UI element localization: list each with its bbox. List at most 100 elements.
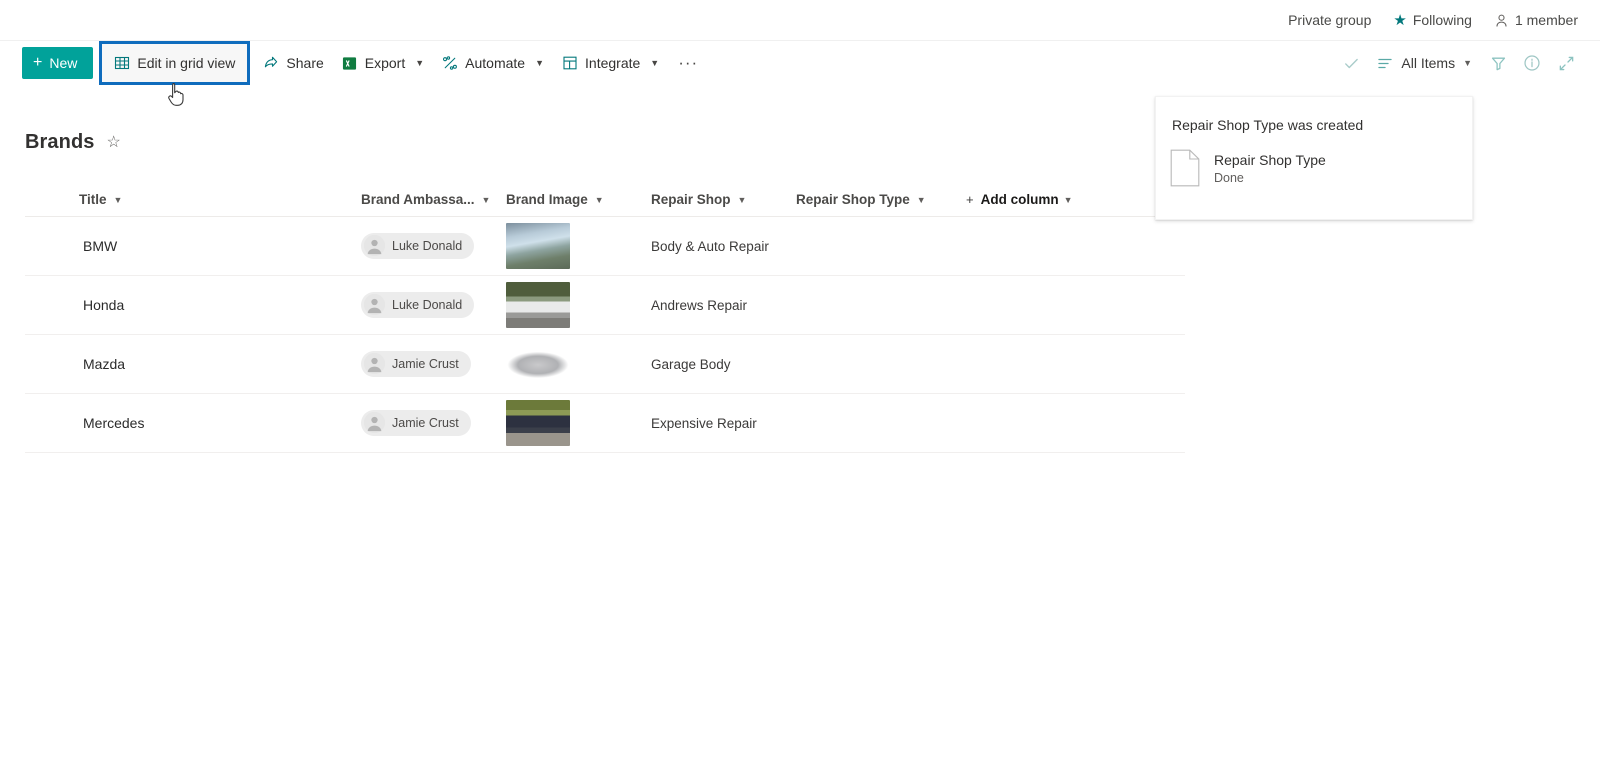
site-header-meta: Private group ★ Following 1 member [1288,12,1578,28]
chevron-down-icon: ▼ [650,58,660,68]
notification-flyout: Repair Shop Type was created Repair Shop… [1155,96,1473,220]
cell-brand-image[interactable] [506,400,651,446]
share-button[interactable]: Share [254,43,332,83]
automate-flow-icon [442,55,458,71]
person-avatar-icon [364,294,385,316]
grid-table-icon [114,55,130,71]
chevron-down-icon: ▼ [1463,58,1472,68]
notification-item[interactable]: Repair Shop Type Done [1170,149,1454,187]
new-sparkle-icon [79,297,84,300]
command-bar: + New Edit in grid view Share Export ▼ A… [0,41,1600,85]
automate-button[interactable]: Automate ▼ [433,43,553,83]
table-row[interactable]: BMW Luke Donald Body & Auto Repair [25,217,1185,276]
column-header-label: Brand Image [506,192,588,207]
cell-title[interactable]: Mercedes [79,415,361,431]
person-name: Jamie Crust [392,356,459,371]
cell-brand-ambassador: Jamie Crust [361,350,506,378]
column-header-label: Repair Shop Type [796,192,910,207]
view-selector-button[interactable]: All Items ▼ [1369,47,1480,79]
column-header-brand-image[interactable]: Brand Image ▼ [506,192,651,207]
new-sparkle-icon [79,238,84,241]
person-name: Luke Donald [392,297,463,312]
brand-image-thumbnail [506,223,570,269]
table-header-row: Title ▼ Brand Ambassa... ▼ Brand Image ▼… [25,183,1185,217]
automate-label: Automate [465,55,526,71]
integrate-icon [562,55,578,71]
column-header-title[interactable]: Title ▼ [79,192,361,207]
person-name: Luke Donald [392,238,463,253]
new-sparkle-icon [79,415,84,418]
info-circle-icon[interactable] [1516,47,1548,79]
ellipsis-icon[interactable]: ··· [668,43,708,83]
cell-title[interactable]: Honda [79,297,361,313]
column-header-label: Repair Shop [651,192,731,207]
filter-funnel-icon[interactable] [1482,47,1514,79]
notification-title: Repair Shop Type was created [1172,117,1364,133]
chevron-down-icon: ▼ [916,194,926,205]
column-header-repair-shop[interactable]: Repair Shop ▼ [651,192,796,207]
person-pill[interactable]: Jamie Crust [361,350,471,377]
table-row[interactable]: Mercedes Jamie Crust Expensive Repair [25,394,1185,453]
export-button[interactable]: Export ▼ [333,43,433,83]
chevron-down-icon: ▼ [481,194,491,205]
person-avatar-icon [364,353,385,375]
new-button[interactable]: + New [22,47,94,79]
checkmark-icon[interactable] [1335,47,1367,79]
cell-title-text[interactable]: BMW [83,238,117,254]
cell-title-text[interactable]: Mercedes [83,415,144,431]
cell-title[interactable]: BMW [79,238,361,254]
cell-brand-ambassador: Luke Donald [361,291,506,319]
cell-brand-image[interactable] [506,223,651,269]
expand-diagonal-icon[interactable] [1550,47,1582,79]
cell-brand-ambassador: Jamie Crust [361,409,506,437]
cell-title-text[interactable]: Mazda [83,356,125,372]
notification-item-text: Repair Shop Type Done [1214,152,1326,185]
person-avatar-icon [364,235,385,257]
share-icon [263,55,279,71]
table-row[interactable]: Honda Luke Donald Andrews Repair [25,276,1185,335]
view-selector-label: All Items [1401,55,1456,71]
add-column-label: Add column [980,192,1059,207]
column-header-repair-shop-type[interactable]: Repair Shop Type ▼ [796,192,966,207]
person-pill[interactable]: Jamie Crust [361,409,471,436]
add-column-button[interactable]: + Add column ▼ [966,192,1146,207]
page-title: Brands [25,131,95,153]
following-label: Following [1412,12,1472,28]
star-filled-icon: ★ [1393,11,1407,29]
integrate-button[interactable]: Integrate ▼ [553,43,668,83]
column-header-brand-ambassador[interactable]: Brand Ambassa... ▼ [361,192,506,207]
person-pill[interactable]: Luke Donald [361,232,475,259]
members-label: 1 member [1514,12,1578,28]
cell-repair-shop: Andrews Repair [651,297,748,313]
share-label: Share [286,55,324,71]
person-pill[interactable]: Luke Donald [361,291,475,318]
table-row[interactable]: Mazda Jamie Crust Garage Body [25,335,1185,394]
person-icon [1494,13,1509,28]
brand-image-thumbnail [506,341,570,387]
edit-in-grid-view-button[interactable]: Edit in grid view [102,44,247,82]
edit-in-grid-view-focus-ring: Edit in grid view [99,41,251,85]
cell-repair-shop: Body & Auto Repair [651,238,769,254]
command-bar-right: All Items ▼ [1335,41,1600,85]
brand-image-thumbnail [506,282,570,328]
cell-brand-image[interactable] [506,341,651,387]
document-page-icon [1170,149,1200,187]
chevron-down-icon: ▼ [594,194,604,205]
edit-in-grid-view-label: Edit in grid view [137,55,236,71]
cell-brand-image[interactable] [506,282,651,328]
cell-title-text[interactable]: Honda [83,297,124,313]
column-header-label: Title [79,192,107,207]
new-button-label: New [49,55,78,71]
members-button[interactable]: 1 member [1494,12,1578,28]
mouse-cursor [168,82,190,108]
column-header-label: Brand Ambassa... [361,192,475,207]
brand-image-thumbnail [506,400,570,446]
integrate-label: Integrate [585,55,641,71]
plus-icon: + [966,192,974,207]
following-button[interactable]: ★ Following [1393,12,1472,28]
star-outline-icon[interactable]: ☆ [107,134,121,151]
notification-item-status: Done [1214,170,1244,185]
list-table: Title ▼ Brand Ambassa... ▼ Brand Image ▼… [25,183,1185,453]
command-bar-left: + New Edit in grid view Share Export ▼ A… [0,41,708,85]
cell-title[interactable]: Mazda [79,356,361,372]
